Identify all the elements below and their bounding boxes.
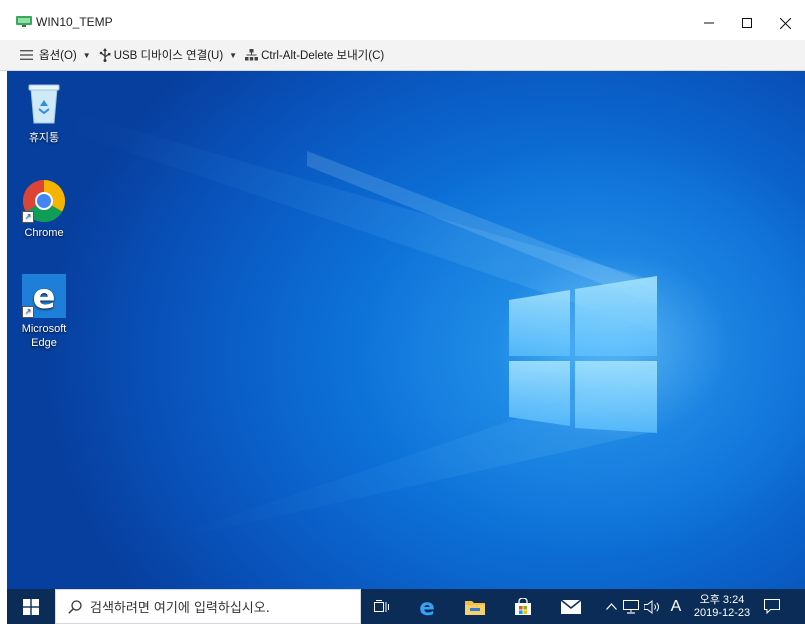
chevron-down-icon: ▼: [229, 50, 238, 60]
ctrl-alt-delete-button[interactable]: Ctrl-Alt-Delete 보내기(C): [245, 47, 384, 63]
show-hidden-icons-button[interactable]: [601, 589, 621, 624]
desktop-icon-edge[interactable]: e ↗ Microsoft Edge: [14, 272, 74, 350]
minimize-button[interactable]: [690, 8, 728, 38]
ctrl-alt-delete-label: Ctrl-Alt-Delete 보내기(C): [261, 50, 385, 62]
chevron-up-icon: [605, 603, 617, 610]
close-button[interactable]: [766, 8, 804, 38]
desktop-icon-recycle-bin[interactable]: 휴지통: [14, 79, 74, 145]
network-status-button[interactable]: [621, 589, 641, 624]
options-menu[interactable]: 옵션(O) ▼: [39, 47, 91, 63]
monitor-app-icon: [16, 16, 32, 27]
action-center-button[interactable]: [757, 589, 787, 624]
desktop-icon-chrome[interactable]: ↗ Chrome: [14, 177, 74, 239]
taskbar-store-button[interactable]: [499, 589, 547, 624]
svg-text:e: e: [419, 596, 435, 618]
taskbar: 검색하려면 여기에 입력하십시오. e A 오후 3:24 2019-12-23: [7, 589, 805, 624]
windows-wallpaper-graphic: [67, 111, 657, 541]
notification-icon: [764, 599, 780, 614]
desktop-icon-label: Microsoft Edge: [21, 323, 67, 349]
taskbar-file-explorer-button[interactable]: [451, 589, 499, 624]
desktop-icon-label: 휴지통: [28, 132, 60, 144]
vm-toolbar: 옵션(O) ▼ USB 디바이스 연결(U) ▼ Ctrl-Alt-Delete…: [0, 40, 805, 71]
clock-time: 오후 3:24: [699, 593, 745, 606]
task-view-icon: [374, 599, 389, 612]
start-button[interactable]: [7, 589, 55, 624]
svg-text:e: e: [32, 277, 55, 317]
window-title: WIN10_TEMP: [36, 15, 113, 29]
task-view-button[interactable]: [361, 589, 403, 624]
desktop-icon-label: Chrome: [24, 227, 64, 239]
recycle-bin-icon: [28, 84, 60, 124]
usb-device-menu[interactable]: USB 디바이스 연결(U) ▼: [99, 47, 237, 63]
edge-icon: e: [419, 596, 435, 618]
network-icon: [623, 599, 639, 614]
folder-icon: [465, 600, 485, 615]
taskbar-search-box[interactable]: 검색하려면 여기에 입력하십시오.: [55, 589, 361, 624]
maximize-button[interactable]: [728, 8, 766, 38]
mail-icon: [561, 599, 581, 614]
hamburger-menu-icon[interactable]: [20, 50, 33, 60]
options-menu-label: 옵션(O): [39, 50, 77, 62]
search-icon: [68, 599, 82, 614]
chevron-down-icon: ▼: [82, 50, 91, 60]
search-placeholder: 검색하려면 여기에 입력하십시오.: [90, 601, 270, 616]
window-titlebar: WIN10_TEMP: [0, 0, 805, 40]
shortcut-arrow-icon: ↗: [22, 211, 34, 223]
windows-logo-icon: [23, 598, 39, 615]
system-tray: A 오후 3:24 2019-12-23: [601, 589, 787, 624]
close-icon: [779, 17, 791, 29]
store-bag-icon: [515, 597, 531, 615]
input-indicator[interactable]: A: [665, 589, 687, 624]
minimize-icon: [704, 22, 714, 24]
taskbar-clock[interactable]: 오후 3:24 2019-12-23: [687, 594, 757, 620]
taskbar-edge-button[interactable]: e: [403, 589, 451, 624]
maximize-icon: [742, 18, 752, 28]
shortcut-arrow-icon: ↗: [22, 306, 34, 318]
desktop-background[interactable]: 휴지통 ↗ Chrome e ↗ Microsoft Edge: [7, 71, 805, 589]
taskbar-mail-button[interactable]: [547, 589, 595, 624]
network-keyboard-icon: [245, 49, 259, 61]
speaker-icon: [644, 599, 660, 614]
clock-date: 2019-12-23: [693, 606, 751, 619]
volume-button[interactable]: [641, 589, 665, 624]
usb-icon: [99, 48, 111, 62]
usb-device-menu-label: USB 디바이스 연결(U): [113, 50, 224, 62]
